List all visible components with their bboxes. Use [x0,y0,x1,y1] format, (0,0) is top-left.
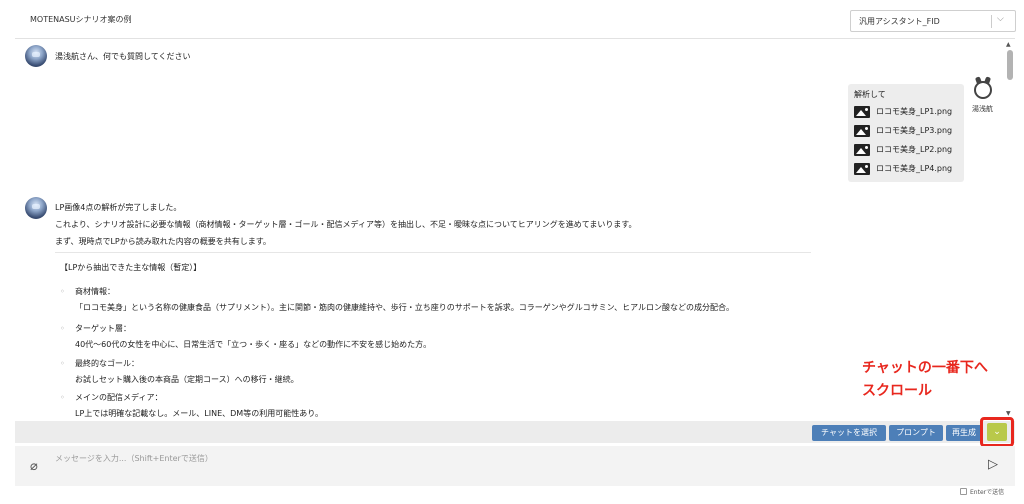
highlight-box [980,417,1014,447]
chat-scrollbar[interactable] [1004,40,1016,420]
prompt-button[interactable]: プロンプト [889,425,943,441]
select-chat-button[interactable]: チャットを選択 [812,425,886,441]
scroll-down-arrow-icon[interactable]: ▼ [1006,410,1011,417]
attachment-file[interactable]: ロコモ美身_LP1.png [854,105,962,119]
list-item-detail: お試しセット購入後の本商品（定期コース）への移行・継続。 [75,375,299,384]
attachment-file[interactable]: ロコモ美身_LP3.png [854,124,962,138]
attachment-file[interactable]: ロコモ美身_LP4.png [854,162,962,176]
send-icon[interactable]: ▷ [988,457,998,472]
bot-avatar [25,45,47,67]
regenerate-button[interactable]: 再生成 [946,425,982,441]
app-title: MOTENASUシナリオ案の例 [30,15,132,24]
header-divider [15,38,1015,39]
section-divider [55,252,811,253]
attachment-name: ロコモ美身_LP2.png [876,145,953,154]
user-avatar [974,81,992,99]
bullet-marker: ◦ [60,287,65,296]
attachment-name: ロコモ美身_LP1.png [876,107,953,116]
user-message-bubble: 解析して ロコモ美身_LP1.png ロコモ美身_LP3.png ロコモ美身_L… [848,84,964,182]
bullet-marker: ◦ [60,393,65,402]
response-line: まず、現時点でLPから読み取れた内容の概要を共有します。 [55,237,271,246]
scroll-up-arrow-icon[interactable]: ▲ [1006,41,1011,48]
greeting-message: 湯浅航さん、何でも質問してください [55,52,191,61]
bot-avatar [25,197,47,219]
section-title: 【LPから抽出できた主な情報（暫定）】 [60,263,202,272]
image-icon [854,106,870,118]
user-name: 湯浅航 [972,105,993,113]
attachment-name: ロコモ美身_LP4.png [876,164,953,173]
paperclip-icon[interactable]: ⌀ [30,459,38,474]
select-separator [991,15,992,28]
bullet-marker: ◦ [60,359,65,368]
message-input[interactable]: メッセージを入力...（Shift+Enterで送信） [55,453,213,464]
message-input-area[interactable] [15,446,1015,486]
chevron-down-icon: ⌵ [997,14,1004,24]
list-item-detail: 40代〜60代の女性を中心に、日常生活で「立つ・歩く・座る」などの動作に不安を感… [75,340,432,349]
image-icon [854,163,870,175]
image-icon [854,144,870,156]
user-request-text: 解析して [854,90,886,99]
list-item-detail: LP上では明確な記載なし。メール、LINE、DM等の利用可能性あり。 [75,409,324,418]
scrollbar-thumb[interactable] [1007,50,1013,80]
list-item-label: 商材情報： [75,287,115,296]
assistant-select[interactable]: 汎用アシスタント_FID ⌵ [850,10,1016,32]
list-item-label: メインの配信メディア： [75,393,163,402]
list-item-label: ターゲット層： [75,324,131,333]
assistant-select-value: 汎用アシスタント_FID [859,17,940,26]
response-line: これより、シナリオ設計に必要な情報（商材情報・ターゲット層・ゴール・配信メディア… [55,220,637,229]
attachment-file[interactable]: ロコモ美身_LP2.png [854,143,962,157]
bullet-marker: ◦ [60,324,65,333]
enter-send-label: Enterで送信 [970,489,1005,496]
enter-send-checkbox[interactable] [960,488,967,495]
list-item-detail: 「ロコモ美身」という名称の健康食品（サプリメント）。主に関節・筋肉の健康維持や、… [75,303,735,312]
annotation-text: チャットの一番下へ [862,360,988,376]
response-line: LP画像4点の解析が完了しました。 [55,203,182,212]
attachment-name: ロコモ美身_LP3.png [876,126,953,135]
image-icon [854,125,870,137]
annotation-text: スクロール [862,383,932,399]
list-item-label: 最終的なゴール： [75,359,139,368]
